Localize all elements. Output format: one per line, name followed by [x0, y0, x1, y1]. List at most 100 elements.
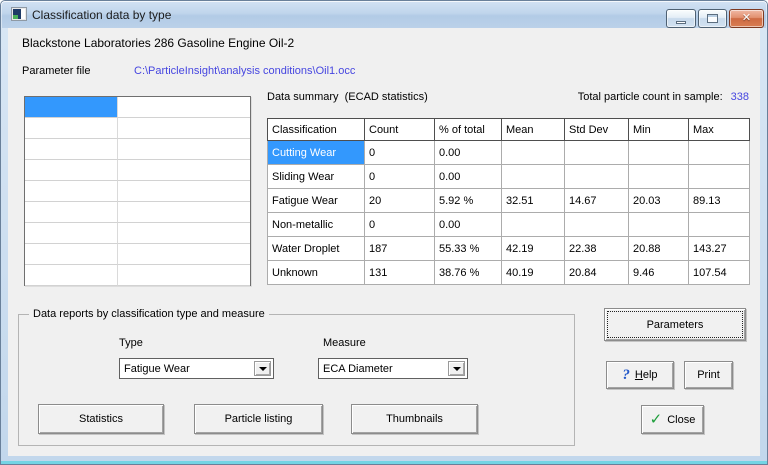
- titlebar[interactable]: Classification data by type ✕: [1, 1, 767, 28]
- table-row[interactable]: Water Droplet18755.33 %42.1922.3820.8814…: [268, 237, 750, 261]
- list-cell[interactable]: [25, 202, 118, 223]
- list-row[interactable]: [25, 160, 250, 181]
- table-row[interactable]: Non-metallic00.00: [268, 213, 750, 237]
- table-cell[interactable]: 32.51: [502, 189, 565, 213]
- list-row[interactable]: [25, 223, 250, 244]
- table-cell[interactable]: 131: [365, 261, 435, 285]
- list-row[interactable]: [25, 244, 250, 265]
- measure-dropdown-arrow-button[interactable]: [448, 361, 465, 376]
- list-cell[interactable]: [118, 202, 250, 223]
- minimize-icon: [676, 21, 686, 24]
- table-cell[interactable]: 0.00: [435, 141, 502, 165]
- table-cell[interactable]: 9.46: [629, 261, 689, 285]
- table-cell[interactable]: 0: [365, 141, 435, 165]
- table-cell[interactable]: 143.27: [689, 237, 750, 261]
- list-cell[interactable]: [118, 139, 250, 160]
- table-cell[interactable]: 14.67: [565, 189, 629, 213]
- table-cell[interactable]: 40.19: [502, 261, 565, 285]
- table-cell[interactable]: 0: [365, 213, 435, 237]
- help-button[interactable]: ? Help: [606, 361, 674, 389]
- close-icon: ✕: [742, 13, 751, 24]
- list-cell[interactable]: [25, 223, 118, 244]
- parameters-button[interactable]: Parameters: [604, 308, 746, 341]
- table-cell[interactable]: 89.13: [689, 189, 750, 213]
- table-cell[interactable]: [689, 165, 750, 189]
- list-cell[interactable]: [118, 223, 250, 244]
- list-cell[interactable]: [118, 118, 250, 139]
- table-cell[interactable]: Fatigue Wear: [268, 189, 365, 213]
- list-cell[interactable]: [25, 118, 118, 139]
- list-cell[interactable]: [118, 160, 250, 181]
- table-cell[interactable]: Sliding Wear: [268, 165, 365, 189]
- table-cell[interactable]: 0.00: [435, 213, 502, 237]
- table-cell[interactable]: [689, 213, 750, 237]
- table-cell[interactable]: 20.84: [565, 261, 629, 285]
- table-cell[interactable]: Non-metallic: [268, 213, 365, 237]
- thumbnails-button[interactable]: Thumbnails: [351, 404, 478, 434]
- close-button[interactable]: ✓ Close: [641, 405, 704, 434]
- type-dropdown-arrow-button[interactable]: [254, 361, 271, 376]
- close-window-button[interactable]: ✕: [729, 9, 764, 28]
- dialog-window: Classification data by type ✕ Blackstone…: [0, 0, 768, 465]
- table-cell[interactable]: 22.38: [565, 237, 629, 261]
- window-bottom-edge: [1, 461, 767, 464]
- maximize-button[interactable]: [698, 9, 727, 28]
- summary-header: Data summary (ECAD statistics) Total par…: [267, 91, 749, 103]
- table-cell[interactable]: 42.19: [502, 237, 565, 261]
- table-cell[interactable]: [689, 141, 750, 165]
- table-cell[interactable]: Water Droplet: [268, 237, 365, 261]
- table-cell[interactable]: Cutting Wear: [268, 141, 365, 165]
- table-cell[interactable]: 38.76 %: [435, 261, 502, 285]
- table-cell[interactable]: [502, 165, 565, 189]
- list-cell[interactable]: [118, 265, 250, 286]
- list-cell[interactable]: [25, 139, 118, 160]
- type-dropdown[interactable]: Fatigue Wear: [119, 358, 274, 379]
- list-cell[interactable]: [25, 265, 118, 286]
- table-cell[interactable]: 20.03: [629, 189, 689, 213]
- close-button-label: Close: [667, 414, 695, 426]
- table-row[interactable]: Cutting Wear00.00: [268, 141, 750, 165]
- list-cell[interactable]: [25, 160, 118, 181]
- table-row[interactable]: Sliding Wear00.00: [268, 165, 750, 189]
- list-cell[interactable]: [25, 181, 118, 202]
- list-row[interactable]: [25, 181, 250, 202]
- table-cell[interactable]: 0: [365, 165, 435, 189]
- particle-listing-button[interactable]: Particle listing: [194, 404, 323, 434]
- table-cell[interactable]: [565, 213, 629, 237]
- table-cell[interactable]: 0.00: [435, 165, 502, 189]
- table-cell[interactable]: [502, 213, 565, 237]
- table-row[interactable]: Fatigue Wear205.92 %32.5114.6720.0389.13: [268, 189, 750, 213]
- table-cell[interactable]: Unknown: [268, 261, 365, 285]
- table-cell[interactable]: [629, 165, 689, 189]
- table-cell[interactable]: [502, 141, 565, 165]
- table-cell[interactable]: 20.88: [629, 237, 689, 261]
- table-cell[interactable]: [565, 141, 629, 165]
- list-row[interactable]: [25, 202, 250, 223]
- statistics-button[interactable]: Statistics: [38, 404, 164, 434]
- table-cell[interactable]: 5.92 %: [435, 189, 502, 213]
- list-cell[interactable]: [118, 97, 250, 118]
- table-cell[interactable]: 107.54: [689, 261, 750, 285]
- parameter-file-label: Parameter file: [22, 65, 90, 77]
- table-cell[interactable]: [629, 213, 689, 237]
- list-cell[interactable]: [25, 244, 118, 265]
- table-cell[interactable]: [565, 165, 629, 189]
- print-button[interactable]: Print: [684, 361, 733, 389]
- table-cell[interactable]: 20: [365, 189, 435, 213]
- list-row[interactable]: [25, 265, 250, 286]
- table-cell[interactable]: [629, 141, 689, 165]
- column-header: Max: [689, 119, 750, 141]
- minimize-button[interactable]: [666, 9, 696, 28]
- table-cell[interactable]: 187: [365, 237, 435, 261]
- list-row[interactable]: [25, 118, 250, 139]
- summary-table-head-row: ClassificationCount% of totalMeanStd Dev…: [268, 119, 750, 141]
- list-cell[interactable]: [118, 244, 250, 265]
- list-row[interactable]: [25, 139, 250, 160]
- table-row[interactable]: Unknown13138.76 %40.1920.849.46107.54: [268, 261, 750, 285]
- table-cell[interactable]: 55.33 %: [435, 237, 502, 261]
- help-button-label: Help: [635, 369, 658, 381]
- list-cell[interactable]: [118, 181, 250, 202]
- list-row[interactable]: [25, 97, 250, 118]
- measure-dropdown[interactable]: ECA Diameter: [318, 358, 468, 379]
- list-cell[interactable]: [25, 97, 118, 118]
